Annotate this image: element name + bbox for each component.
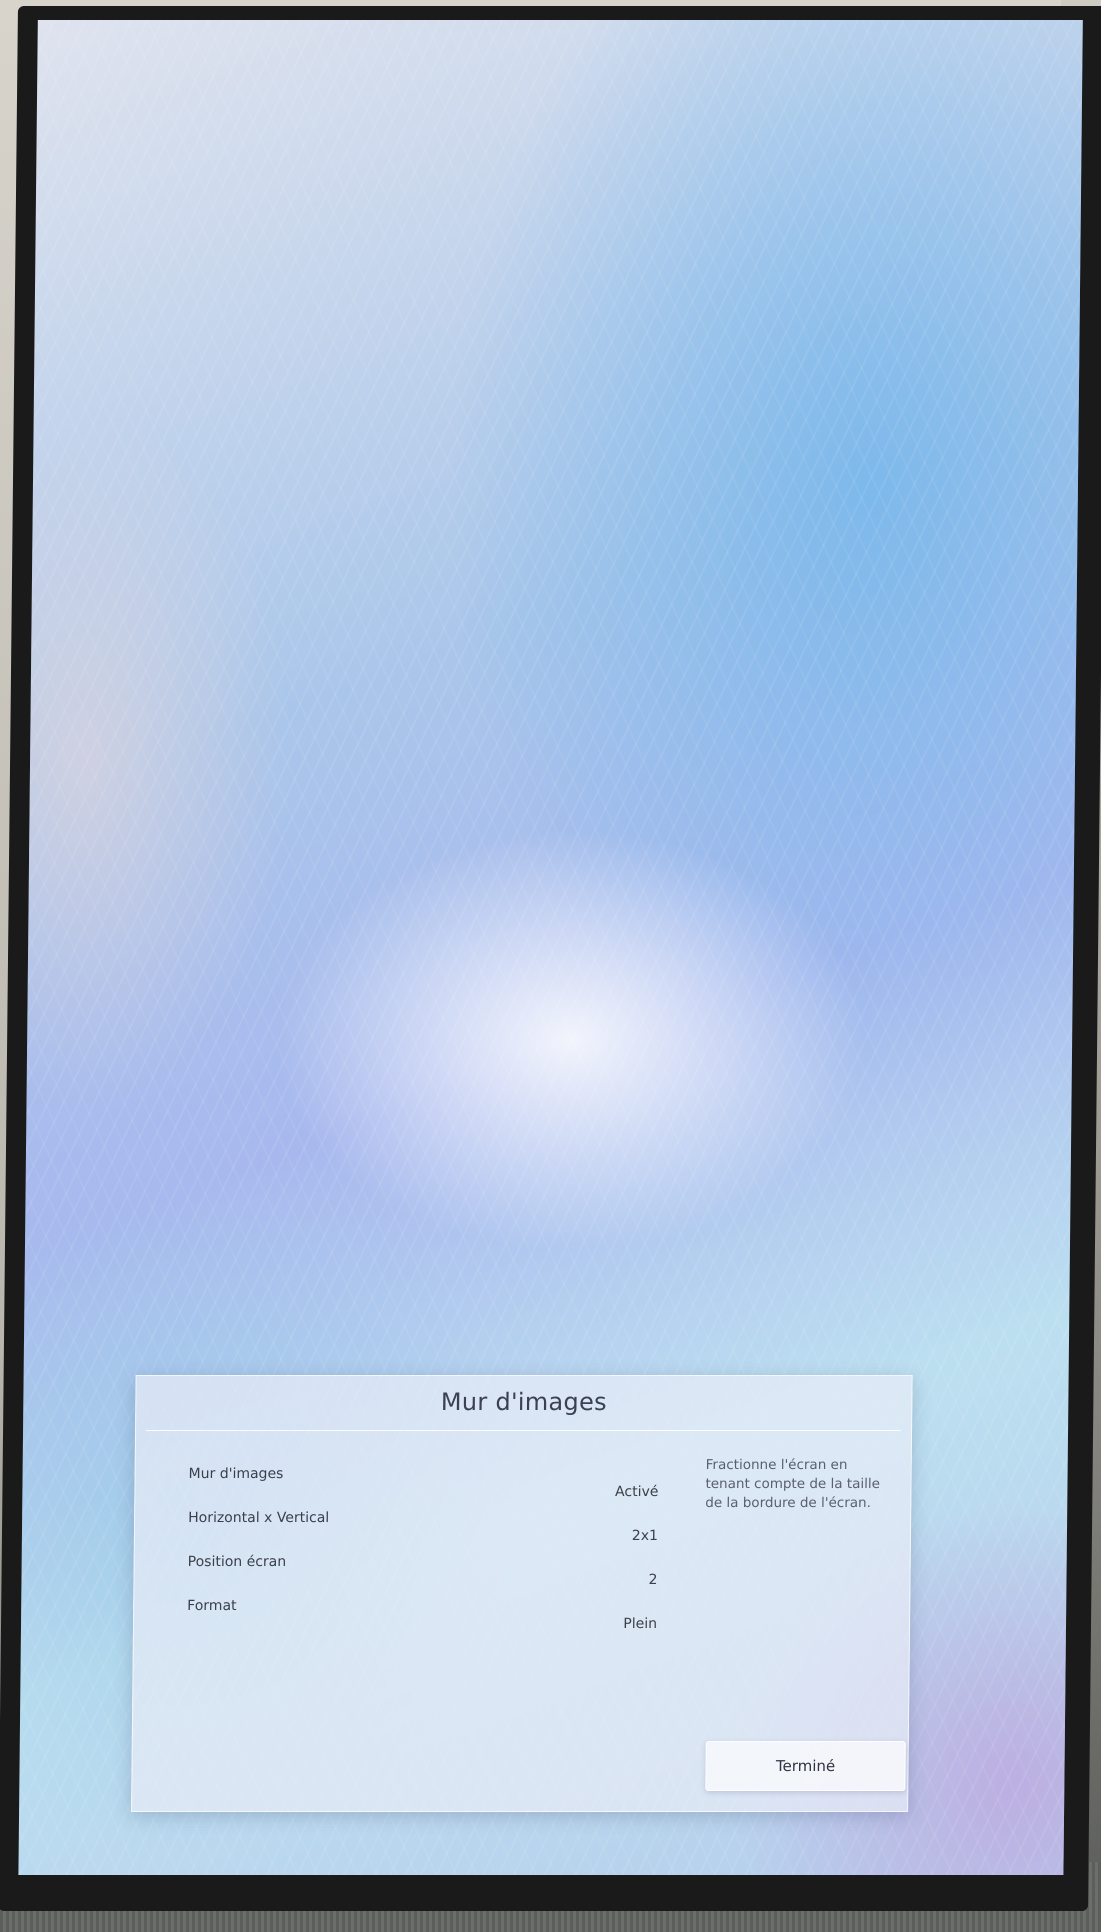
dialog-title: Mur d'images [440, 1388, 608, 1416]
setting-value: Activé [615, 1484, 659, 1500]
display-bezel: Mur d'images Mur d'images Activé Horizon… [0, 6, 1101, 1911]
setting-description: Fractionne l'écran en tenant compte de l… [705, 1457, 881, 1511]
setting-value: 2x1 [631, 1528, 659, 1544]
setting-label: Format [187, 1598, 237, 1614]
video-wall-dialog: Mur d'images Mur d'images Activé Horizon… [131, 1375, 913, 1812]
setting-format[interactable]: Format Plein [187, 1598, 657, 1642]
title-divider [146, 1430, 902, 1431]
setting-value: 2 [648, 1572, 658, 1588]
setting-screen-position[interactable]: Position écran 2 [187, 1554, 658, 1598]
setting-horizontal-vertical[interactable]: Horizontal x Vertical 2x1 [188, 1510, 658, 1554]
display-screen: Mur d'images Mur d'images Activé Horizon… [18, 20, 1083, 1875]
setting-label: Mur d'images [188, 1466, 284, 1482]
setting-video-wall[interactable]: Mur d'images Activé [188, 1466, 659, 1510]
photo-scene: Mur d'images Mur d'images Activé Horizon… [0, 0, 1101, 1932]
setting-label: Horizontal x Vertical [188, 1510, 330, 1526]
settings-list: Mur d'images Activé Horizontal x Vertica… [187, 1466, 659, 1642]
setting-value: Plein [623, 1616, 658, 1632]
done-button[interactable]: Terminé [705, 1741, 906, 1791]
setting-label: Position écran [187, 1554, 287, 1570]
